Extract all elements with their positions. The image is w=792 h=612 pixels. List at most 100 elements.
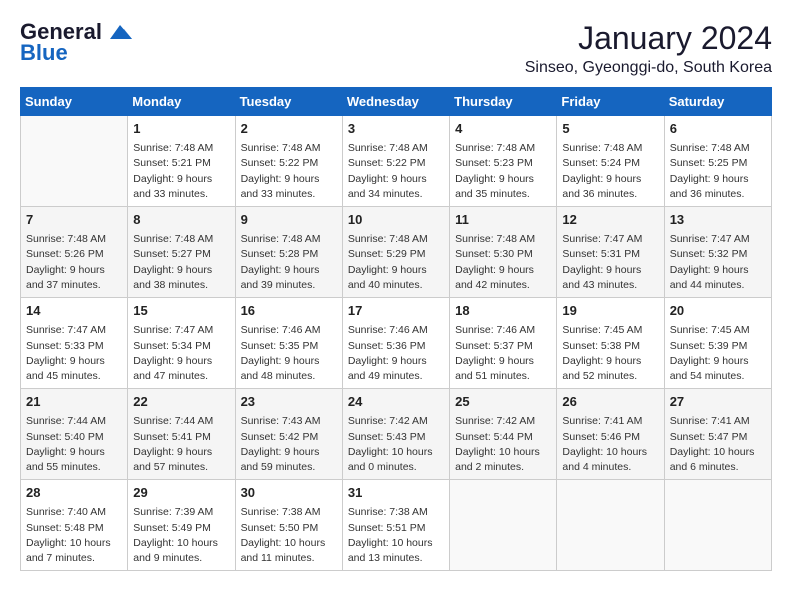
table-row: 3 Sunrise: 7:48 AMSunset: 5:22 PMDaylight…: [342, 116, 449, 207]
table-row: 6 Sunrise: 7:48 AMSunset: 5:25 PMDaylight…: [664, 116, 771, 207]
day-number: 22: [133, 393, 229, 411]
table-row: [664, 480, 771, 571]
day-number: 11: [455, 211, 551, 229]
day-info: Sunrise: 7:48 AMSunset: 5:22 PMDaylight:…: [348, 141, 444, 202]
day-info: Sunrise: 7:45 AMSunset: 5:38 PMDaylight:…: [562, 323, 658, 384]
day-number: 17: [348, 302, 444, 320]
day-info: Sunrise: 7:46 AMSunset: 5:36 PMDaylight:…: [348, 323, 444, 384]
table-row: 31 Sunrise: 7:38 AMSunset: 5:51 PMDayligh…: [342, 480, 449, 571]
calendar-week-row: 28 Sunrise: 7:40 AMSunset: 5:48 PMDayligh…: [21, 480, 772, 571]
day-number: 18: [455, 302, 551, 320]
day-info: Sunrise: 7:48 AMSunset: 5:28 PMDaylight:…: [241, 232, 337, 293]
day-info: Sunrise: 7:42 AMSunset: 5:43 PMDaylight:…: [348, 414, 444, 475]
table-row: 15Sunrise: 7:47 AMSunset: 5:34 PMDayligh…: [128, 298, 235, 389]
day-info: Sunrise: 7:48 AMSunset: 5:26 PMDaylight:…: [26, 232, 122, 293]
calendar-week-row: 1Sunrise: 7:48 AMSunset: 5:21 PMDaylight…: [21, 116, 772, 207]
table-row: 16 Sunrise: 7:46 AMSunset: 5:35 PMDayligh…: [235, 298, 342, 389]
table-row: 26 Sunrise: 7:41 AMSunset: 5:46 PMDayligh…: [557, 389, 664, 480]
day-info: Sunrise: 7:44 AMSunset: 5:41 PMDaylight:…: [133, 414, 229, 475]
day-number: 7: [26, 211, 122, 229]
day-number: 3: [348, 120, 444, 138]
table-row: 4 Sunrise: 7:48 AMSunset: 5:23 PMDaylight…: [450, 116, 557, 207]
table-row: 29Sunrise: 7:39 AMSunset: 5:49 PMDayligh…: [128, 480, 235, 571]
day-number: 16: [241, 302, 337, 320]
day-info: Sunrise: 7:47 AMSunset: 5:31 PMDaylight:…: [562, 232, 658, 293]
day-number: 14: [26, 302, 122, 320]
logo-icon: [110, 25, 132, 41]
day-info: Sunrise: 7:48 AMSunset: 5:25 PMDaylight:…: [670, 141, 766, 202]
header-friday: Friday: [557, 88, 664, 116]
day-number: 24: [348, 393, 444, 411]
day-info: Sunrise: 7:48 AMSunset: 5:23 PMDaylight:…: [455, 141, 551, 202]
day-info: Sunrise: 7:45 AMSunset: 5:39 PMDaylight:…: [670, 323, 766, 384]
day-number: 4: [455, 120, 551, 138]
day-number: 5: [562, 120, 658, 138]
day-info: Sunrise: 7:43 AMSunset: 5:42 PMDaylight:…: [241, 414, 337, 475]
day-info: Sunrise: 7:40 AMSunset: 5:48 PMDaylight:…: [26, 505, 122, 566]
table-row: [21, 116, 128, 207]
table-row: 23Sunrise: 7:43 AMSunset: 5:42 PMDayligh…: [235, 389, 342, 480]
day-info: Sunrise: 7:47 AMSunset: 5:32 PMDaylight:…: [670, 232, 766, 293]
header-thursday: Thursday: [450, 88, 557, 116]
table-row: 10 Sunrise: 7:48 AMSunset: 5:29 PMDayligh…: [342, 207, 449, 298]
day-number: 8: [133, 211, 229, 229]
table-row: 20 Sunrise: 7:45 AMSunset: 5:39 PMDayligh…: [664, 298, 771, 389]
day-number: 31: [348, 484, 444, 502]
day-number: 26: [562, 393, 658, 411]
day-info: Sunrise: 7:48 AMSunset: 5:29 PMDaylight:…: [348, 232, 444, 293]
day-number: 20: [670, 302, 766, 320]
day-info: Sunrise: 7:42 AMSunset: 5:44 PMDaylight:…: [455, 414, 551, 475]
day-number: 30: [241, 484, 337, 502]
day-info: Sunrise: 7:48 AMSunset: 5:24 PMDaylight:…: [562, 141, 658, 202]
calendar-week-row: 7 Sunrise: 7:48 AMSunset: 5:26 PMDaylight…: [21, 207, 772, 298]
table-row: 30 Sunrise: 7:38 AMSunset: 5:50 PMDayligh…: [235, 480, 342, 571]
calendar-table: Sunday Monday Tuesday Wednesday Thursday…: [20, 87, 772, 571]
header-saturday: Saturday: [664, 88, 771, 116]
table-row: 28 Sunrise: 7:40 AMSunset: 5:48 PMDayligh…: [21, 480, 128, 571]
day-number: 2: [241, 120, 337, 138]
day-info: Sunrise: 7:46 AMSunset: 5:35 PMDaylight:…: [241, 323, 337, 384]
table-row: 7 Sunrise: 7:48 AMSunset: 5:26 PMDaylight…: [21, 207, 128, 298]
table-row: 19Sunrise: 7:45 AMSunset: 5:38 PMDayligh…: [557, 298, 664, 389]
location-title: Sinseo, Gyeonggi-do, South Korea: [525, 59, 772, 77]
table-row: 9Sunrise: 7:48 AMSunset: 5:28 PMDaylight…: [235, 207, 342, 298]
day-info: Sunrise: 7:48 AMSunset: 5:27 PMDaylight:…: [133, 232, 229, 293]
table-row: 5 Sunrise: 7:48 AMSunset: 5:24 PMDaylight…: [557, 116, 664, 207]
day-info: Sunrise: 7:48 AMSunset: 5:22 PMDaylight:…: [241, 141, 337, 202]
table-row: 12 Sunrise: 7:47 AMSunset: 5:31 PMDayligh…: [557, 207, 664, 298]
day-number: 10: [348, 211, 444, 229]
table-row: 22 Sunrise: 7:44 AMSunset: 5:41 PMDayligh…: [128, 389, 235, 480]
day-info: Sunrise: 7:41 AMSunset: 5:46 PMDaylight:…: [562, 414, 658, 475]
month-title: January 2024: [525, 20, 772, 57]
day-info: Sunrise: 7:48 AMSunset: 5:30 PMDaylight:…: [455, 232, 551, 293]
table-row: 1Sunrise: 7:48 AMSunset: 5:21 PMDaylight…: [128, 116, 235, 207]
table-row: [557, 480, 664, 571]
day-number: 25: [455, 393, 551, 411]
logo-blue: Blue: [20, 40, 68, 66]
table-row: 17 Sunrise: 7:46 AMSunset: 5:36 PMDayligh…: [342, 298, 449, 389]
header-tuesday: Tuesday: [235, 88, 342, 116]
header-sunday: Sunday: [21, 88, 128, 116]
day-info: Sunrise: 7:46 AMSunset: 5:37 PMDaylight:…: [455, 323, 551, 384]
day-info: Sunrise: 7:38 AMSunset: 5:51 PMDaylight:…: [348, 505, 444, 566]
table-row: [450, 480, 557, 571]
day-info: Sunrise: 7:41 AMSunset: 5:47 PMDaylight:…: [670, 414, 766, 475]
day-info: Sunrise: 7:38 AMSunset: 5:50 PMDaylight:…: [241, 505, 337, 566]
day-number: 21: [26, 393, 122, 411]
calendar-header-row: Sunday Monday Tuesday Wednesday Thursday…: [21, 88, 772, 116]
table-row: 13Sunrise: 7:47 AMSunset: 5:32 PMDayligh…: [664, 207, 771, 298]
header-wednesday: Wednesday: [342, 88, 449, 116]
calendar-week-row: 21 Sunrise: 7:44 AMSunset: 5:40 PMDayligh…: [21, 389, 772, 480]
day-info: Sunrise: 7:44 AMSunset: 5:40 PMDaylight:…: [26, 414, 122, 475]
day-number: 12: [562, 211, 658, 229]
logo: General Blue: [20, 20, 132, 66]
table-row: 21 Sunrise: 7:44 AMSunset: 5:40 PMDayligh…: [21, 389, 128, 480]
table-row: 25 Sunrise: 7:42 AMSunset: 5:44 PMDayligh…: [450, 389, 557, 480]
day-info: Sunrise: 7:48 AMSunset: 5:21 PMDaylight:…: [133, 141, 229, 202]
day-info: Sunrise: 7:47 AMSunset: 5:34 PMDaylight:…: [133, 323, 229, 384]
day-info: Sunrise: 7:39 AMSunset: 5:49 PMDaylight:…: [133, 505, 229, 566]
day-number: 28: [26, 484, 122, 502]
day-number: 6: [670, 120, 766, 138]
header-monday: Monday: [128, 88, 235, 116]
table-row: 24 Sunrise: 7:42 AMSunset: 5:43 PMDayligh…: [342, 389, 449, 480]
